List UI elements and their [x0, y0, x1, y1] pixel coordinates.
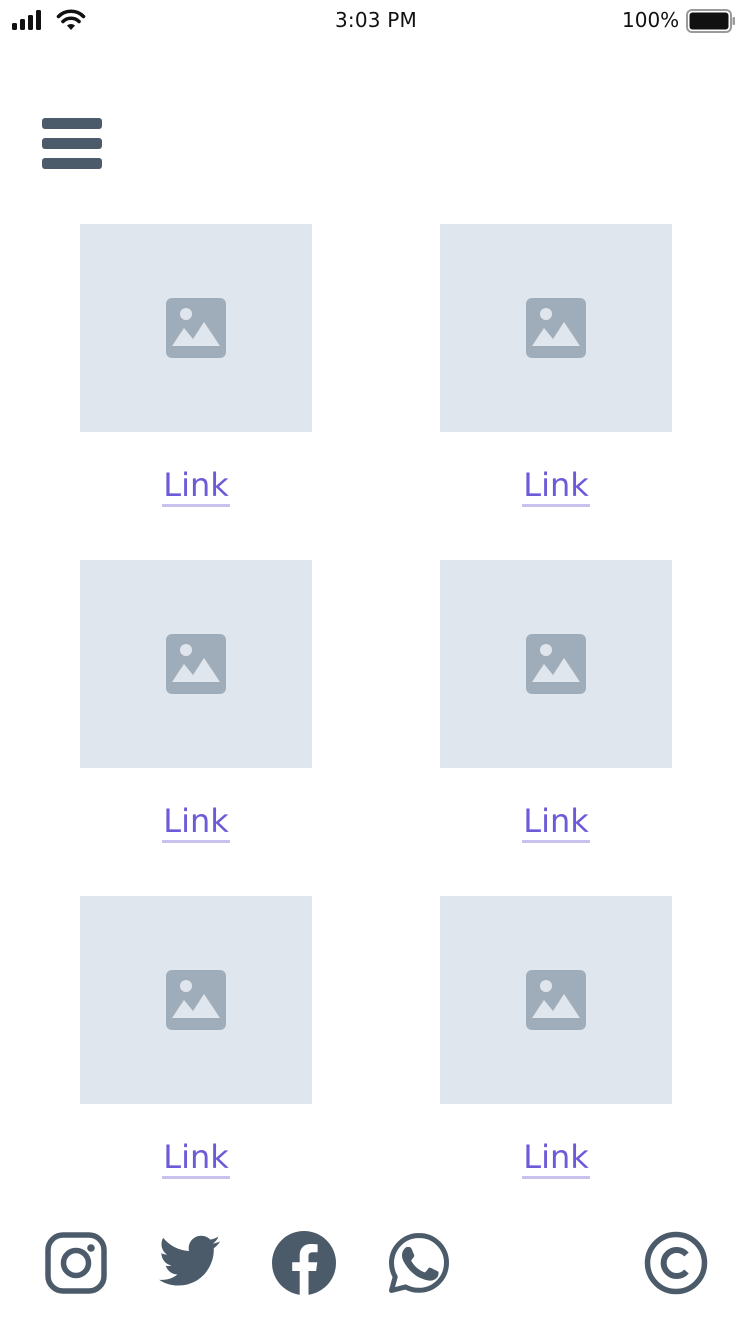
grid-link[interactable]: Link [440, 1138, 672, 1179]
menu-bar [42, 158, 102, 169]
copyright-icon[interactable] [644, 1231, 708, 1295]
grid-link-label: Link [162, 1138, 230, 1179]
status-bar: 3:03 PM 100% [0, 0, 752, 40]
image-placeholder [80, 224, 312, 432]
image-placeholder [440, 560, 672, 768]
image-placeholder-icon [166, 970, 226, 1030]
whatsapp-icon[interactable] [387, 1231, 451, 1295]
battery-icon [686, 9, 735, 33]
grid-link-label: Link [522, 466, 590, 507]
grid-link[interactable]: Link [440, 466, 672, 507]
grid-link[interactable]: Link [80, 802, 312, 843]
twitter-icon[interactable] [158, 1231, 222, 1295]
menu-bar [42, 118, 102, 129]
image-placeholder [440, 896, 672, 1104]
grid-link-label: Link [162, 802, 230, 843]
image-placeholder-icon [526, 298, 586, 358]
image-placeholder [440, 224, 672, 432]
grid-link-label: Link [162, 466, 230, 507]
facebook-icon[interactable] [272, 1231, 336, 1295]
grid-link-label: Link [522, 1138, 590, 1179]
image-placeholder [80, 896, 312, 1104]
grid-link[interactable]: Link [440, 802, 672, 843]
battery-percentage: 100% [622, 8, 680, 32]
image-placeholder-icon [526, 970, 586, 1030]
image-placeholder-icon [166, 298, 226, 358]
hamburger-menu-icon[interactable] [40, 116, 104, 172]
grid-link[interactable]: Link [80, 466, 312, 507]
instagram-icon[interactable] [44, 1231, 108, 1295]
grid-link[interactable]: Link [80, 1138, 312, 1179]
grid-link-label: Link [522, 802, 590, 843]
menu-bar [42, 138, 102, 149]
image-placeholder [80, 560, 312, 768]
image-placeholder-icon [526, 634, 586, 694]
image-placeholder-icon [166, 634, 226, 694]
